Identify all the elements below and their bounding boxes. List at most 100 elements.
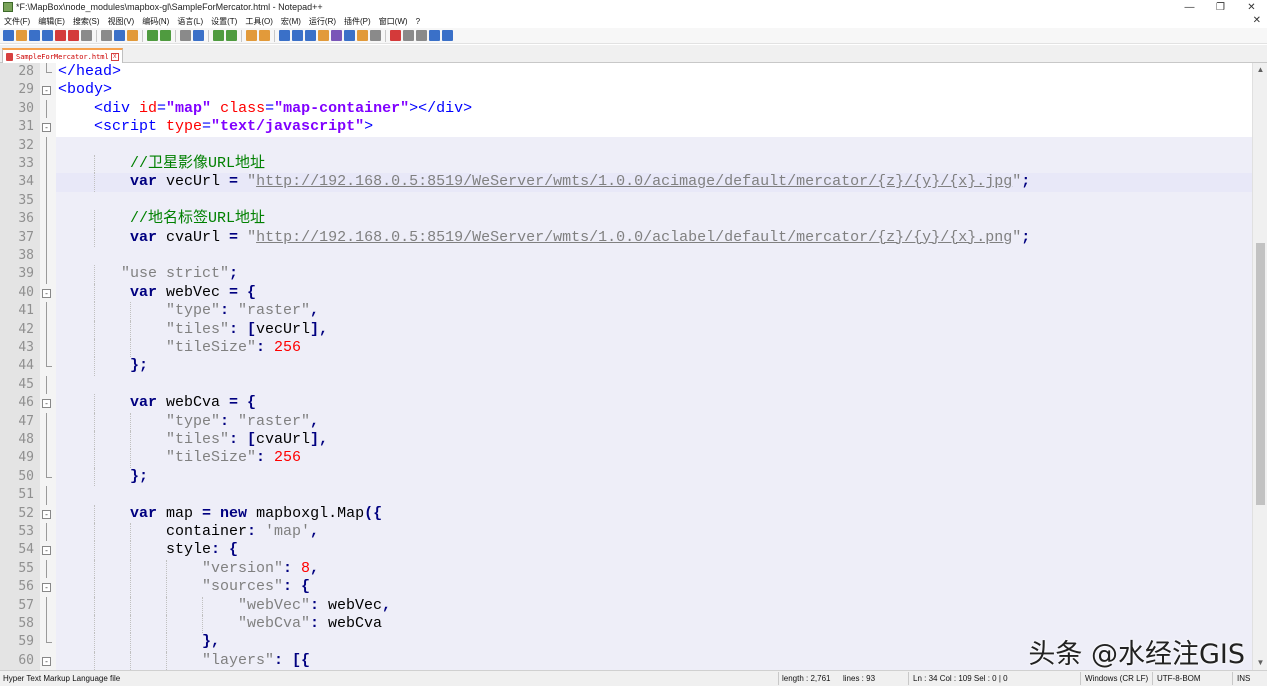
close-icon[interactable] — [55, 30, 66, 41]
code-line[interactable]: 58 "webCva": webCva — [18, 615, 1267, 634]
code-line[interactable]: 51 — [18, 486, 1267, 505]
code-line[interactable]: 57 "webVec": webVec, — [18, 596, 1267, 615]
code-line[interactable]: 36 //地名标签URL地址 — [18, 210, 1267, 229]
code-text: "layers": [{ — [202, 652, 310, 670]
code-line[interactable]: 43 "tileSize": 256 — [18, 339, 1267, 358]
find-icon[interactable] — [180, 30, 191, 41]
vertical-scrollbar[interactable]: ▲ ▼ — [1252, 63, 1267, 670]
save-all-icon[interactable] — [42, 30, 53, 41]
code-line[interactable]: 41 "type": "raster", — [18, 302, 1267, 321]
menu-macro[interactable]: 宏(M) — [281, 16, 301, 27]
menu-run[interactable]: 运行(R) — [309, 16, 336, 27]
code-line[interactable]: 32 — [18, 136, 1267, 155]
print-icon[interactable] — [81, 30, 92, 41]
code-line[interactable]: 29- <body> — [18, 81, 1267, 99]
code-line[interactable]: 39 "use strict"; — [18, 265, 1267, 284]
redo-icon[interactable] — [160, 30, 171, 41]
scroll-down-icon[interactable]: ▼ — [1253, 656, 1267, 670]
code-token: cvaUrl — [256, 431, 311, 448]
line-number: 54 — [18, 542, 34, 558]
menu-search[interactable]: 搜索(S) — [73, 16, 100, 27]
tab-close-icon[interactable]: x — [110, 52, 119, 61]
undo-icon[interactable] — [147, 30, 158, 41]
new-file-icon[interactable] — [3, 30, 14, 41]
word-wrap-icon[interactable] — [279, 30, 290, 41]
menu-plugins[interactable]: 插件(P) — [344, 16, 371, 27]
code-line[interactable]: 55 "version": 8, — [18, 559, 1267, 579]
sync-horizontal-icon[interactable] — [259, 30, 270, 41]
menu-settings[interactable]: 设置(T) — [211, 16, 237, 27]
code-line[interactable]: 48 "tiles": [cvaUrl], — [18, 431, 1267, 450]
code-line[interactable]: 33 //卫星影像URL地址 — [18, 155, 1267, 174]
scroll-up-icon[interactable]: ▲ — [1253, 63, 1267, 77]
code-line[interactable]: 46- var webCva = { — [18, 394, 1267, 413]
menu-view[interactable]: 视图(V) — [108, 16, 135, 27]
indent-guide — [130, 431, 131, 450]
zoom-in-icon[interactable] — [213, 30, 224, 41]
fold-toggle-icon[interactable]: - — [42, 656, 51, 666]
minimize-button[interactable]: — — [1174, 0, 1205, 14]
restore-button[interactable]: ❐ — [1205, 0, 1236, 14]
copy-icon[interactable] — [114, 30, 125, 41]
fold-toggle-icon[interactable]: - — [42, 546, 51, 556]
code-line[interactable]: 45 — [18, 375, 1267, 395]
stop-macro-icon[interactable] — [403, 30, 414, 41]
code-line[interactable]: 34 var vecUrl = "http://192.168.0.5:8519/… — [18, 173, 1267, 192]
monitoring-icon[interactable] — [370, 30, 381, 41]
close-window-button[interactable]: ✕ — [1236, 0, 1267, 14]
menu-file[interactable]: 文件(F) — [4, 16, 30, 27]
fold-toggle-icon[interactable]: - — [42, 86, 51, 96]
replace-icon[interactable] — [193, 30, 204, 41]
menu-edit[interactable]: 编辑(E) — [38, 16, 65, 27]
doc-map-icon[interactable] — [331, 30, 342, 41]
open-file-icon[interactable] — [16, 30, 27, 41]
code-line[interactable]: 47 "type": "raster", — [18, 412, 1267, 431]
code-line[interactable]: 44}; — [18, 357, 1267, 376]
code-line[interactable]: 42 "tiles": [vecUrl], — [18, 320, 1267, 339]
menu-window[interactable]: 窗口(W) — [379, 16, 408, 27]
code-line[interactable]: 56- "sources": { — [18, 578, 1267, 597]
menu-help[interactable]: ? — [416, 17, 420, 26]
show-all-chars-icon[interactable] — [292, 30, 303, 41]
scroll-thumb[interactable] — [1256, 243, 1265, 505]
zoom-out-icon[interactable] — [226, 30, 237, 41]
paste-icon[interactable] — [127, 30, 138, 41]
code-line[interactable]: 54- style: { — [18, 541, 1267, 560]
fold-toggle-icon[interactable]: - — [42, 123, 51, 133]
code-editor[interactable]: 28 </head> 29- <body> 30 <div id="map" class=… — [0, 63, 1267, 670]
close-document-icon[interactable]: ✕ — [1253, 15, 1261, 26]
menu-tools[interactable]: 工具(O) — [245, 16, 273, 27]
menu-language[interactable]: 语言(L) — [177, 16, 203, 27]
save-icon[interactable] — [29, 30, 40, 41]
fold-toggle-icon[interactable]: - — [42, 509, 51, 519]
fold-toggle-icon[interactable]: - — [42, 583, 51, 593]
play-macro-icon[interactable] — [416, 30, 427, 41]
cut-icon[interactable] — [101, 30, 112, 41]
code-line[interactable]: 28 </head> — [18, 63, 1267, 81]
code-line[interactable]: 49 "tileSize": 256 — [18, 449, 1267, 468]
user-lang-icon[interactable] — [318, 30, 329, 41]
code-line[interactable]: 52- var map = new mapboxgl.Map({ — [18, 504, 1267, 523]
indent-guide-icon[interactable] — [305, 30, 316, 41]
code-line[interactable]: 38 — [18, 247, 1267, 266]
fold-toggle-icon[interactable]: - — [42, 288, 51, 298]
code-line[interactable]: 35 — [18, 191, 1267, 211]
folder-workspace-icon[interactable] — [357, 30, 368, 41]
code-area[interactable]: 28 </head> 29- <body> 30 <div id="map" class=… — [18, 63, 1267, 670]
close-all-icon[interactable] — [68, 30, 79, 41]
fold-toggle-icon[interactable]: - — [42, 399, 51, 409]
code-line[interactable]: 31- <script type="text/javascript"> — [18, 118, 1267, 136]
code-line[interactable]: 37 var cvaUrl = "http://192.168.0.5:8519/… — [18, 228, 1267, 247]
record-macro-icon[interactable] — [390, 30, 401, 41]
sync-vertical-icon[interactable] — [246, 30, 257, 41]
code-line[interactable]: 30 <div id="map" class="map-container"></… — [18, 99, 1267, 119]
save-macro-icon[interactable] — [442, 30, 453, 41]
run-macro-multiple-icon[interactable] — [429, 30, 440, 41]
function-list-icon[interactable] — [344, 30, 355, 41]
line-number: 41 — [18, 303, 34, 319]
code-line[interactable]: 50}; — [18, 467, 1267, 487]
code-line[interactable]: 53 container: 'map', — [18, 523, 1267, 542]
code-line[interactable]: 40- var webVec = { — [18, 283, 1267, 303]
tab-samplefor-mercator[interactable]: SampleForMercator.html x — [2, 48, 123, 63]
menu-encoding[interactable]: 编码(N) — [142, 16, 169, 27]
